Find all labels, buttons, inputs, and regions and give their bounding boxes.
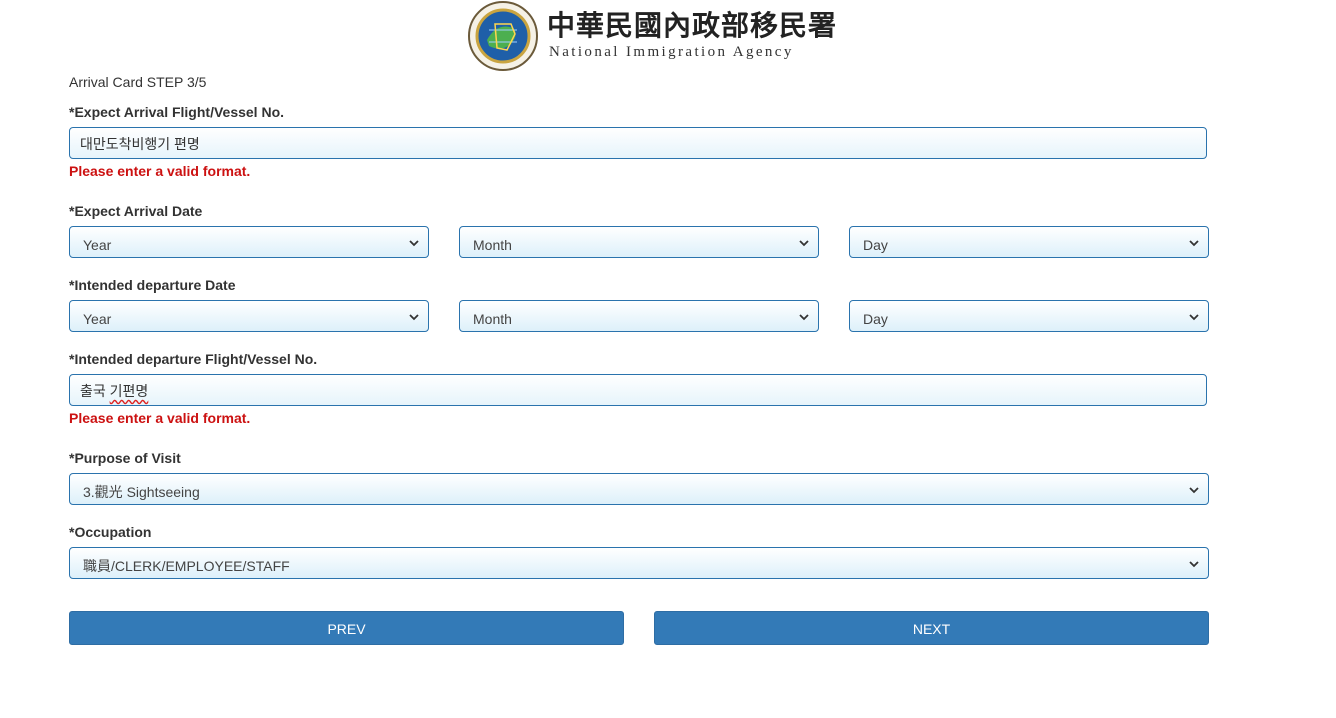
agency-name-english: National Immigration Agency bbox=[549, 44, 794, 60]
departure-month-select[interactable]: Month bbox=[459, 300, 819, 332]
chevron-down-icon bbox=[1189, 487, 1199, 494]
departure-day-value: Day bbox=[863, 311, 888, 327]
agency-name-chinese: 中華民國內政部移民署 bbox=[547, 9, 838, 42]
arrival-month-value: Month bbox=[473, 237, 512, 253]
departure-flight-error: Please enter a valid format. bbox=[69, 410, 251, 426]
arrival-flight-label: *Expect Arrival Flight/Vessel No. bbox=[69, 104, 285, 120]
departure-flight-label: *Intended departure Flight/Vessel No. bbox=[69, 351, 318, 367]
agency-logo-icon bbox=[468, 1, 538, 71]
purpose-label: *Purpose of Visit bbox=[69, 450, 181, 466]
departure-day-select[interactable]: Day bbox=[849, 300, 1209, 332]
occupation-label: *Occupation bbox=[69, 524, 152, 540]
spellcheck-underlined-text: 기편명 bbox=[109, 383, 149, 399]
arrival-day-value: Day bbox=[863, 237, 888, 253]
step-indicator: Arrival Card STEP 3/5 bbox=[69, 74, 207, 90]
arrival-flight-error: Please enter a valid format. bbox=[69, 163, 251, 179]
chevron-down-icon bbox=[1189, 314, 1199, 321]
occupation-value: 職員/CLERK/EMPLOYEE/STAFF bbox=[83, 558, 290, 574]
arrival-month-select[interactable]: Month bbox=[459, 226, 819, 258]
chevron-down-icon bbox=[409, 240, 419, 247]
occupation-select[interactable]: 職員/CLERK/EMPLOYEE/STAFF bbox=[69, 547, 1209, 579]
arrival-year-select[interactable]: Year bbox=[69, 226, 429, 258]
purpose-value: 3.觀光 Sightseeing bbox=[83, 484, 200, 500]
next-button[interactable]: NEXT bbox=[654, 611, 1209, 645]
chevron-down-icon bbox=[1189, 561, 1199, 568]
chevron-down-icon bbox=[409, 314, 419, 321]
arrival-date-label: *Expect Arrival Date bbox=[69, 203, 203, 219]
departure-year-select[interactable]: Year bbox=[69, 300, 429, 332]
chevron-down-icon bbox=[799, 314, 809, 321]
arrival-flight-input[interactable]: 대만도착비행기 편명 bbox=[69, 127, 1207, 159]
prev-button[interactable]: PREV bbox=[69, 611, 624, 645]
departure-date-label: *Intended departure Date bbox=[69, 277, 236, 293]
departure-flight-input[interactable]: 출국 기편명 bbox=[69, 374, 1207, 406]
purpose-select[interactable]: 3.觀光 Sightseeing bbox=[69, 473, 1209, 505]
chevron-down-icon bbox=[1189, 240, 1199, 247]
page-header: 中華民國內政部移民署 National Immigration Agency bbox=[467, 0, 836, 72]
departure-month-value: Month bbox=[473, 311, 512, 327]
arrival-day-select[interactable]: Day bbox=[849, 226, 1209, 258]
arrival-year-value: Year bbox=[83, 237, 112, 253]
departure-year-value: Year bbox=[83, 311, 112, 327]
chevron-down-icon bbox=[799, 240, 809, 247]
departure-flight-value: 출국 bbox=[80, 383, 110, 399]
